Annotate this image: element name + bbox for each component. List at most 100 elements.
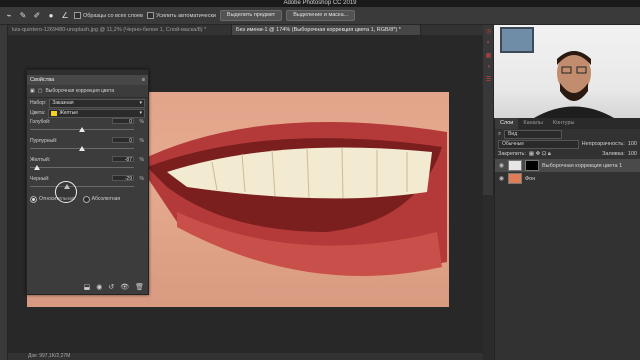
brush-subtract-icon[interactable]: ✐: [32, 11, 42, 21]
adjustment-header: ▣ ▢ Выборочная коррекция цвета: [27, 85, 148, 98]
reset-icon[interactable]: ↺: [108, 283, 114, 291]
mask-icon[interactable]: ▢: [38, 88, 43, 94]
panel-menu-icon[interactable]: ≡: [142, 75, 145, 85]
brush-add-icon[interactable]: ✎: [18, 11, 28, 21]
selective-color-icon: ▣: [30, 88, 35, 94]
trash-icon[interactable]: 🗑︎: [135, 283, 144, 291]
app-title-bar: Adobe Photoshop CC 2019: [0, 0, 640, 7]
tab-document-2[interactable]: Без имени-1 @ 174% (Выборочная коррекция…: [232, 25, 421, 35]
options-bar: ⌁ ✎ ✐ ● ∠ Образцы со всех слоев Усилить …: [0, 7, 640, 25]
slider-label: Черный:: [30, 176, 50, 182]
color-swatch: [51, 110, 58, 116]
visibility-icon[interactable]: 👁︎: [120, 283, 129, 291]
slider-track[interactable]: [30, 167, 134, 168]
lock-row: Закрепить: ▦ ✥ ⊡ 🔒︎ Заливка: 100: [495, 149, 640, 159]
panel-icons-strip: ◷ ◐ ▦ ◑ ☰: [483, 25, 494, 195]
slider-label: Пурпурный:: [30, 138, 58, 144]
quick-select-icon[interactable]: ⌁: [4, 11, 14, 21]
status-bar: Док: 997,1K/2,27M: [8, 353, 483, 360]
slider-thumb[interactable]: [79, 146, 85, 151]
slider-value-input[interactable]: 0: [112, 118, 134, 125]
slider-track[interactable]: [30, 186, 134, 187]
method-row: Относительная Абсолютная: [27, 194, 148, 204]
slider-2: Желтый: -87%: [27, 156, 148, 175]
slider-3: Черный: -29%: [27, 175, 148, 194]
search-icon: ⌕: [498, 130, 502, 137]
select-subject-button[interactable]: Выделить предмет: [219, 10, 283, 21]
sliders-group: Голубой: 0% Пурпурный: 0% Желтый: -87% Черный:…: [27, 118, 148, 194]
mask-thumbnail[interactable]: [525, 160, 539, 171]
sample-all-layers-checkbox[interactable]: Образцы со всех слоев: [74, 12, 143, 19]
auto-enhance-checkbox[interactable]: Усилить автоматически: [146, 12, 216, 19]
slider-unit: %: [139, 138, 144, 144]
color-icon[interactable]: ◐: [483, 40, 494, 49]
slider-value-input[interactable]: 0: [112, 137, 134, 144]
history-icon[interactable]: ◷: [483, 28, 494, 37]
tab-document-1[interactable]: luis-quintero-1269480-unsplash.jpg @ 11,…: [8, 25, 232, 35]
layers-panel: Слои Каналы Контуры ⌕ Вид Обычные Непроз…: [494, 118, 640, 360]
eye-icon[interactable]: ◉: [498, 162, 505, 169]
adjustment-thumbnail: [508, 160, 522, 171]
webcam-video: [494, 25, 640, 118]
colors-row: Цвета: Желтые ▾: [27, 108, 148, 118]
tab-document-1-label: luis-quintero-1269480-unsplash.jpg @ 11,…: [12, 27, 207, 33]
slider-0: Голубой: 0%: [27, 118, 148, 137]
tab-layers[interactable]: Слои: [495, 118, 519, 129]
adjustments-icon[interactable]: ◑: [483, 64, 494, 73]
toolbox[interactable]: [0, 25, 8, 360]
preset-select[interactable]: Заказная ▾: [49, 98, 145, 108]
slider-unit: %: [139, 157, 144, 163]
layer-background[interactable]: ◉ Фон: [495, 172, 640, 185]
fill-value[interactable]: 100: [628, 151, 637, 157]
properties-panel-header: Свойства ≡: [27, 75, 148, 85]
clip-to-layer-icon[interactable]: ⬓: [84, 283, 91, 291]
layer-name: Выборочная коррекция цвета 1: [542, 162, 623, 169]
layers-panel-tabs: Слои Каналы Контуры: [495, 118, 640, 129]
slider-thumb[interactable]: [33, 165, 40, 170]
blend-mode-select[interactable]: Обычные: [498, 139, 579, 149]
preset-row: Набор: Заказная ▾: [27, 98, 148, 108]
brush-size-icon[interactable]: ●: [46, 11, 56, 21]
auto-enhance-label: Усилить автоматически: [155, 12, 216, 19]
presenter-image: [500, 27, 614, 118]
colors-value: Желтые: [59, 109, 79, 116]
layer-filter-row: ⌕ Вид: [495, 129, 640, 139]
layer-name: Фон: [525, 175, 536, 182]
chevron-down-icon: ▾: [139, 109, 142, 116]
adjustment-name: Выборочная коррекция цвета: [45, 88, 115, 94]
layer-thumbnail: [508, 173, 522, 184]
slider-label: Желтый:: [30, 157, 51, 163]
slider-label: Голубой:: [30, 119, 51, 125]
lock-icons[interactable]: ▦ ✥ ⊡ 🔒︎: [529, 151, 551, 158]
properties-icon[interactable]: ☰: [483, 76, 494, 85]
slider-unit: %: [139, 176, 144, 182]
opacity-label: Непрозрачность:: [581, 141, 625, 147]
properties-panel: Свойства ≡ ▣ ▢ Выборочная коррекция цвет…: [26, 69, 149, 295]
swatches-icon[interactable]: ▦: [483, 52, 494, 61]
properties-panel-title: Свойства: [30, 77, 55, 83]
tab-document-2-label: Без имени-1 @ 174% (Выборочная коррекция…: [236, 27, 401, 33]
eye-icon[interactable]: ◉: [498, 175, 505, 182]
slider-thumb[interactable]: [79, 127, 85, 132]
sample-all-layers-label: Образцы со всех слоев: [83, 12, 143, 19]
app-title: Adobe Photoshop CC 2019: [283, 0, 357, 6]
angle-icon[interactable]: ∠: [60, 11, 70, 21]
kind-filter-select[interactable]: Вид: [504, 129, 563, 139]
tab-channels[interactable]: Каналы: [518, 118, 548, 129]
slider-unit: %: [139, 119, 144, 125]
blend-row: Обычные Непрозрачность: 100: [495, 139, 640, 149]
colors-select[interactable]: Желтые ▾: [48, 108, 145, 118]
slider-1: Пурпурный: 0%: [27, 137, 148, 156]
properties-footer: ⬓ ◉ ↺ 👁︎ 🗑︎: [84, 283, 144, 291]
slider-value-input[interactable]: -29: [112, 175, 134, 182]
layer-selective-color[interactable]: ◉ Выборочная коррекция цвета 1: [495, 159, 640, 172]
preset-value: Заказная: [52, 99, 74, 106]
select-and-mask-button[interactable]: Выделение и маска...: [286, 10, 356, 21]
view-previous-icon[interactable]: ◉: [96, 283, 102, 291]
method-absolute-radio[interactable]: Абсолютная: [82, 195, 120, 203]
tab-paths[interactable]: Контуры: [548, 118, 580, 129]
colors-label: Цвета:: [30, 110, 46, 116]
opacity-value[interactable]: 100: [628, 141, 637, 147]
slider-value-input[interactable]: -87: [112, 156, 134, 163]
document-tabs: luis-quintero-1269480-unsplash.jpg @ 11,…: [8, 25, 483, 35]
